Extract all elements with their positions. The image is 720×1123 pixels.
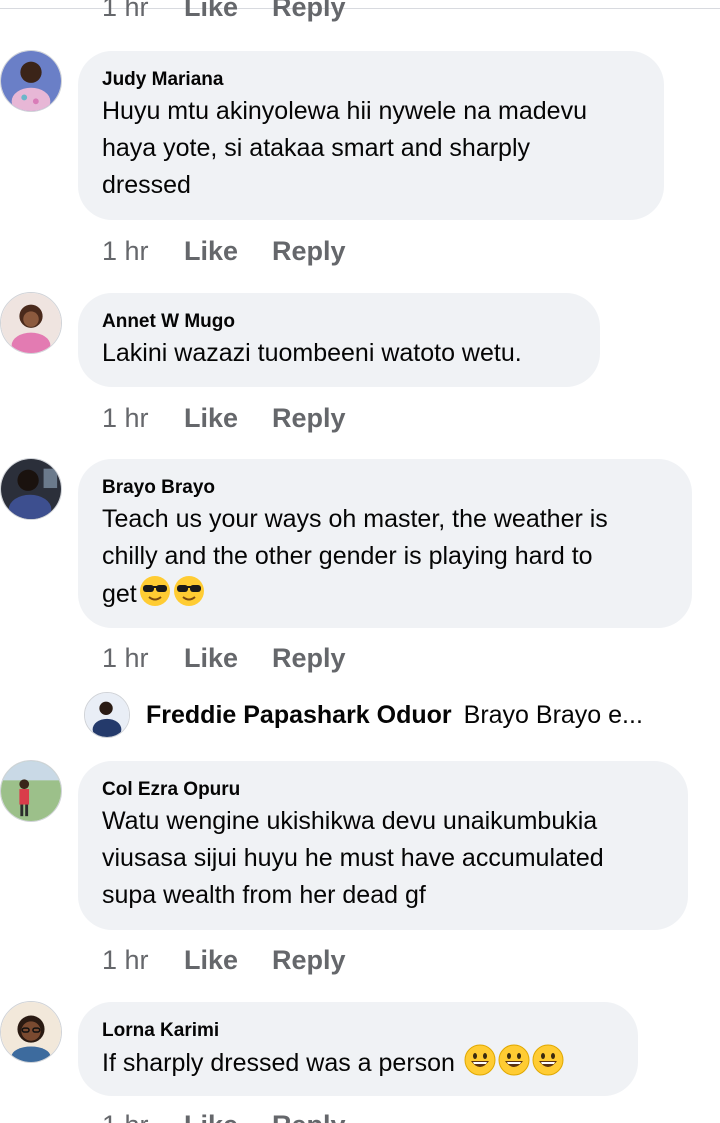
comment-time[interactable]: 1 hr bbox=[102, 403, 184, 434]
reply-link[interactable]: Reply bbox=[272, 0, 346, 23]
comment-bubble: Judy Mariana Huyu mtu akinyolewa hii nyw… bbox=[78, 51, 664, 220]
avatar[interactable] bbox=[0, 1001, 62, 1063]
commenter-name[interactable]: Judy Mariana bbox=[102, 69, 640, 91]
sunglasses-emoji-icon bbox=[173, 575, 205, 607]
commenter-name[interactable]: Brayo Brayo bbox=[102, 477, 668, 499]
comment-bubble: Brayo Brayo Teach us your ways oh master… bbox=[78, 459, 692, 628]
profile-photo-icon bbox=[85, 693, 129, 737]
sunglasses-emoji-icon bbox=[139, 575, 171, 607]
grinning-emoji-icon bbox=[532, 1044, 564, 1076]
comment-bubble: Col Ezra Opuru Watu wengine ukishikwa de… bbox=[78, 761, 688, 930]
like-link[interactable]: Like bbox=[184, 236, 272, 267]
comment-time[interactable]: 1 hr bbox=[102, 236, 184, 267]
commenter-name[interactable]: Col Ezra Opuru bbox=[102, 779, 664, 801]
reply-preview[interactable]: Freddie Papashark Oduor Brayo Brayo e... bbox=[84, 691, 643, 739]
like-link[interactable]: Like bbox=[184, 945, 272, 976]
comment-time[interactable]: 1 hr bbox=[102, 1110, 184, 1123]
comment-text: Lakini wazazi tuombeeni watoto wetu. bbox=[102, 339, 522, 367]
grinning-emoji-icon bbox=[498, 1044, 530, 1076]
avatar[interactable] bbox=[0, 458, 62, 520]
comment-actions: 1 hr Like Reply bbox=[102, 1105, 346, 1123]
profile-photo-icon bbox=[1, 51, 61, 111]
profile-photo-icon bbox=[1, 1002, 61, 1062]
comment-bubble: Lorna Karimi If sharply dressed was a pe… bbox=[78, 1002, 638, 1096]
comment-time[interactable]: 1 hr bbox=[102, 643, 184, 674]
reply-link[interactable]: Reply bbox=[272, 643, 346, 674]
profile-photo-icon bbox=[1, 459, 61, 519]
avatar[interactable] bbox=[0, 760, 62, 822]
comment-text: Watu wengine ukishikwa devu unaikumbukia… bbox=[102, 807, 604, 909]
reply-text-preview: Brayo Brayo e... bbox=[463, 700, 643, 729]
avatar bbox=[84, 692, 130, 738]
avatar[interactable] bbox=[0, 50, 62, 112]
comment-bubble: Annet W Mugo Lakini wazazi tuombeeni wat… bbox=[78, 293, 600, 387]
like-link[interactable]: Like bbox=[184, 1110, 272, 1123]
reply-link[interactable]: Reply bbox=[272, 1110, 346, 1123]
comment-text-body: If sharply dressed was a person bbox=[102, 1049, 462, 1077]
comment-actions: 1 hr Like Reply bbox=[102, 638, 346, 678]
commenter-name[interactable]: Lorna Karimi bbox=[102, 1020, 614, 1042]
comment-text: Huyu mtu akinyolewa hii nywele na madevu… bbox=[102, 97, 587, 199]
comment-text: If sharply dressed was a person bbox=[102, 1044, 614, 1082]
grinning-emoji-icon bbox=[464, 1044, 496, 1076]
like-link[interactable]: Like bbox=[184, 403, 272, 434]
reply-link[interactable]: Reply bbox=[272, 236, 346, 267]
comment-actions: 1 hr Like Reply bbox=[102, 231, 346, 271]
comment-actions: 1 hr Like Reply bbox=[102, 940, 346, 980]
profile-photo-icon bbox=[1, 761, 61, 821]
reply-link[interactable]: Reply bbox=[272, 945, 346, 976]
comment-time[interactable]: 1 hr bbox=[102, 945, 184, 976]
comment-actions-top: 1 hr Like Reply bbox=[102, 0, 346, 24]
reply-link[interactable]: Reply bbox=[272, 403, 346, 434]
avatar[interactable] bbox=[0, 292, 62, 354]
reply-author-name[interactable]: Freddie Papashark Oduor bbox=[146, 701, 452, 730]
profile-photo-icon bbox=[1, 293, 61, 353]
commenter-name[interactable]: Annet W Mugo bbox=[102, 311, 576, 333]
comment-actions: 1 hr Like Reply bbox=[102, 398, 346, 438]
comment-time[interactable]: 1 hr bbox=[102, 0, 184, 23]
comment-text: Teach us your ways oh master, the weathe… bbox=[102, 501, 668, 613]
like-link[interactable]: Like bbox=[184, 643, 272, 674]
like-link[interactable]: Like bbox=[184, 0, 272, 23]
